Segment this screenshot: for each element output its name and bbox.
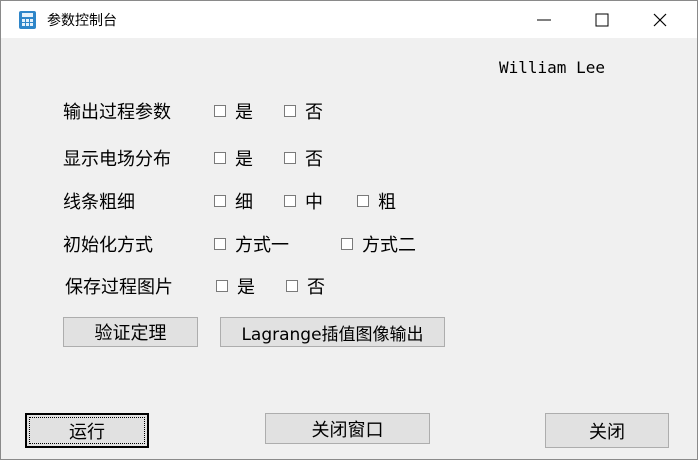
lagrange-output-button[interactable]: Lagrange插值图像输出 bbox=[220, 317, 445, 347]
label-save-images: 保存过程图片 bbox=[65, 277, 173, 298]
label-show-field: 显示电场分布 bbox=[63, 149, 171, 170]
verify-theorem-button[interactable]: 验证定理 bbox=[63, 317, 198, 347]
run-button[interactable]: 运行 bbox=[25, 413, 149, 448]
label-output-params: 输出过程参数 bbox=[63, 102, 171, 123]
minimize-icon bbox=[537, 19, 551, 21]
checkbox-label: 细 bbox=[235, 192, 253, 213]
checkbox-save-images-no[interactable]: 否 bbox=[286, 273, 325, 299]
checkbox-save-images-yes[interactable]: 是 bbox=[216, 273, 255, 299]
app-window: 参数控制台 William Lee 输出过程参数 是 否 显示电场分布 是 否 … bbox=[0, 0, 698, 460]
close-window-button[interactable]: 关闭窗口 bbox=[265, 413, 430, 444]
checkbox-line-thick[interactable]: 粗 bbox=[357, 188, 396, 214]
label-line-width: 线条粗细 bbox=[63, 192, 135, 213]
checkbox-label: 否 bbox=[307, 277, 325, 298]
focus-ring bbox=[29, 417, 145, 444]
checkbox-label: 方式一 bbox=[235, 235, 289, 256]
maximize-icon bbox=[595, 13, 609, 27]
checkbox-box[interactable] bbox=[284, 105, 296, 117]
calculator-icon bbox=[19, 11, 36, 29]
checkbox-label: 否 bbox=[305, 102, 323, 123]
checkbox-label: 方式二 bbox=[362, 235, 416, 256]
checkbox-box[interactable] bbox=[216, 280, 228, 292]
checkbox-box[interactable] bbox=[214, 195, 226, 207]
checkbox-label: 否 bbox=[305, 149, 323, 170]
checkbox-init-method-1[interactable]: 方式一 bbox=[214, 231, 289, 257]
checkbox-line-medium[interactable]: 中 bbox=[284, 188, 323, 214]
minimize-button[interactable] bbox=[515, 1, 573, 38]
checkbox-label: 是 bbox=[235, 102, 253, 123]
checkbox-box[interactable] bbox=[341, 238, 353, 250]
window-title: 参数控制台 bbox=[47, 13, 117, 29]
checkbox-box[interactable] bbox=[214, 238, 226, 250]
checkbox-init-method-2[interactable]: 方式二 bbox=[341, 231, 416, 257]
maximize-button[interactable] bbox=[573, 1, 631, 38]
close-window-x-button[interactable] bbox=[631, 1, 689, 38]
label-init-method: 初始化方式 bbox=[63, 235, 153, 256]
checkbox-box[interactable] bbox=[214, 152, 226, 164]
close-icon bbox=[653, 13, 667, 27]
author-signature: William Lee bbox=[499, 58, 605, 77]
close-button[interactable]: 关闭 bbox=[545, 413, 669, 448]
checkbox-box[interactable] bbox=[284, 195, 296, 207]
checkbox-box[interactable] bbox=[214, 105, 226, 117]
checkbox-show-field-yes[interactable]: 是 bbox=[214, 145, 253, 171]
checkbox-show-field-no[interactable]: 否 bbox=[284, 145, 323, 171]
checkbox-label: 粗 bbox=[378, 192, 396, 213]
checkbox-label: 中 bbox=[305, 192, 323, 213]
checkbox-line-thin[interactable]: 细 bbox=[214, 188, 253, 214]
checkbox-label: 是 bbox=[237, 277, 255, 298]
checkbox-output-params-yes[interactable]: 是 bbox=[214, 98, 253, 124]
checkbox-label: 是 bbox=[235, 149, 253, 170]
checkbox-box[interactable] bbox=[284, 152, 296, 164]
title-bar: 参数控制台 bbox=[1, 1, 697, 38]
checkbox-output-params-no[interactable]: 否 bbox=[284, 98, 323, 124]
checkbox-box[interactable] bbox=[357, 195, 369, 207]
checkbox-box[interactable] bbox=[286, 280, 298, 292]
